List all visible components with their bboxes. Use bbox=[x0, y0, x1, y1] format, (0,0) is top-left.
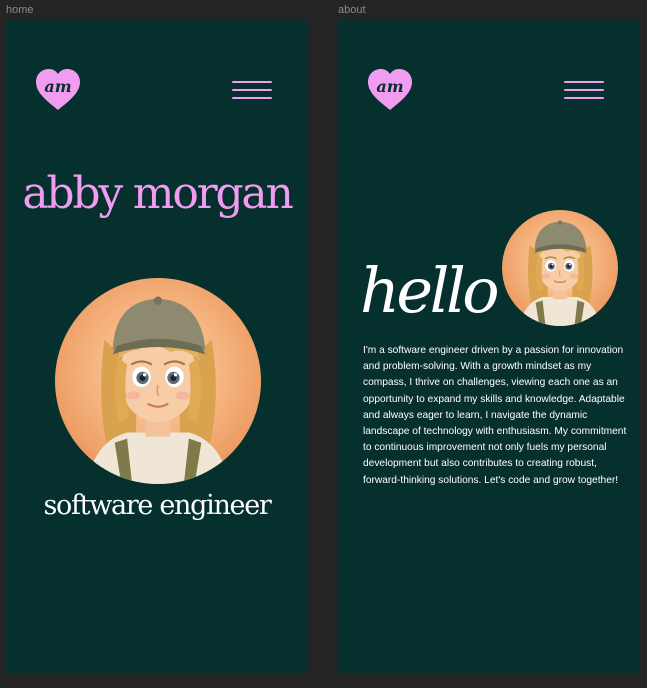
home-frame: am abby morgan software engineer bbox=[6, 20, 308, 673]
role-title: software engineer bbox=[43, 490, 271, 521]
about-menu-button[interactable] bbox=[564, 81, 604, 101]
avatar-large bbox=[55, 278, 261, 484]
about-heading: hello bbox=[360, 254, 500, 327]
logo-text: am bbox=[376, 77, 403, 96]
frame-label-home: home bbox=[6, 4, 34, 16]
about-frame: am hello I'm a software engineer driven … bbox=[338, 20, 640, 673]
home-logo[interactable]: am bbox=[34, 68, 82, 112]
heart-logo-icon: am bbox=[36, 69, 80, 110]
name-title: abby morgan bbox=[22, 168, 293, 219]
frame-label-about: about bbox=[338, 4, 366, 16]
home-menu-button[interactable] bbox=[232, 81, 272, 101]
avatar-small bbox=[502, 210, 618, 326]
about-body: I'm a software engineer driven by a pass… bbox=[363, 345, 627, 486]
hamburger-icon bbox=[232, 81, 272, 83]
about-logo[interactable]: am bbox=[366, 68, 414, 112]
heart-logo-icon: am bbox=[368, 69, 412, 110]
hamburger-icon bbox=[564, 81, 604, 83]
logo-text: am bbox=[44, 77, 71, 96]
